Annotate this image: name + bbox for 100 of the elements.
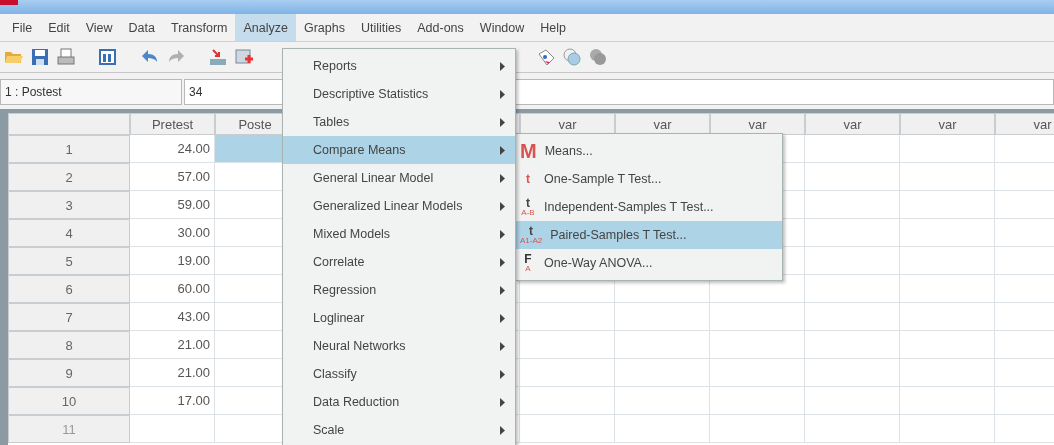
menu-item[interactable]: Reports [283,52,515,80]
table-cell[interactable] [900,359,995,387]
menu-bar-item[interactable]: Analyze [235,14,296,41]
menu-item[interactable]: Classify [283,360,515,388]
table-cell[interactable] [900,387,995,415]
table-cell[interactable] [710,331,805,359]
row-number[interactable]: 7 [8,303,130,331]
menu-item[interactable]: Loglinear [283,304,515,332]
column-header[interactable]: var [995,113,1054,135]
save-icon[interactable] [30,47,50,67]
row-number[interactable]: 5 [8,247,130,275]
menu-bar-item[interactable]: Data [120,14,163,41]
table-cell[interactable] [710,387,805,415]
table-cell[interactable] [805,191,900,219]
submenu-item[interactable]: t One-Sample T Test... [516,165,782,193]
table-cell[interactable] [520,415,615,443]
row-number[interactable]: 6 [8,275,130,303]
table-cell[interactable]: 60.00 [130,275,215,303]
menu-item[interactable]: Compare Means [283,136,515,164]
table-cell[interactable] [520,303,615,331]
menu-item[interactable]: Scale [283,416,515,444]
table-cell[interactable] [520,359,615,387]
table-cell[interactable] [900,163,995,191]
submenu-item[interactable]: F A One-Way ANOVA... [516,249,782,277]
table-cell[interactable]: 57.00 [130,163,215,191]
table-cell[interactable] [615,331,710,359]
column-header[interactable]: var [805,113,900,135]
table-cell[interactable] [900,415,995,443]
table-cell[interactable] [805,135,900,163]
column-header[interactable]: var [615,113,710,135]
table-cell[interactable] [615,359,710,387]
table-cell[interactable] [900,331,995,359]
circles-icon[interactable] [588,47,608,67]
row-number[interactable]: 4 [8,219,130,247]
table-cell[interactable] [900,191,995,219]
menu-bar-item[interactable]: Utilities [352,14,410,41]
table-cell[interactable] [710,359,805,387]
table-cell[interactable] [900,303,995,331]
table-cell[interactable] [805,163,900,191]
row-number[interactable]: 1 [8,135,130,163]
table-cell[interactable] [615,303,710,331]
table-cell[interactable] [615,415,710,443]
table-cell[interactable] [805,303,900,331]
row-number[interactable]: 8 [8,331,130,359]
table-cell[interactable] [805,415,900,443]
table-cell[interactable] [520,387,615,415]
menu-bar-item[interactable]: File [4,14,41,41]
table-cell[interactable] [900,135,995,163]
submenu-item[interactable]: M Means... [516,137,782,165]
menu-item[interactable]: Data Reduction [283,388,515,416]
column-header[interactable]: var [710,113,805,135]
table-cell[interactable]: 19.00 [130,247,215,275]
go-to-case-icon[interactable] [208,47,228,67]
table-cell[interactable] [615,387,710,415]
menu-item[interactable]: Regression [283,276,515,304]
menu-bar-item[interactable]: Edit [40,14,78,41]
menu-bar-item[interactable]: Window [471,14,533,41]
table-cell[interactable] [805,331,900,359]
menu-item[interactable]: Correlate [283,248,515,276]
menu-item[interactable]: Generalized Linear Models [283,192,515,220]
column-header[interactable]: Pretest [130,113,215,135]
row-number[interactable]: 10 [8,387,130,415]
table-cell[interactable]: 17.00 [130,387,215,415]
dialog-icon[interactable] [98,47,118,67]
menu-bar-item[interactable]: Graphs [295,14,353,41]
table-cell[interactable] [900,219,995,247]
circles-icon[interactable] [562,47,582,67]
table-cell[interactable] [805,359,900,387]
menu-bar-item[interactable]: Add-ons [409,14,472,41]
table-cell[interactable]: 43.00 [130,303,215,331]
row-number[interactable]: 9 [8,359,130,387]
print-icon[interactable] [56,47,76,67]
table-cell[interactable]: 21.00 [130,331,215,359]
table-cell[interactable] [710,415,805,443]
row-number[interactable]: 2 [8,163,130,191]
table-cell[interactable] [710,303,805,331]
menu-item[interactable]: Descriptive Statistics [283,80,515,108]
cell-name-field[interactable]: 1 : Postest [0,79,182,105]
table-cell[interactable] [805,275,900,303]
column-header[interactable]: var [520,113,615,135]
menu-item[interactable]: General Linear Model [283,164,515,192]
table-cell[interactable] [805,219,900,247]
table-cell[interactable]: 30.00 [130,219,215,247]
menu-bar-item[interactable]: View [77,14,121,41]
menu-item[interactable]: Neural Networks [283,332,515,360]
menu-item[interactable]: Mixed Models [283,220,515,248]
table-cell[interactable] [900,247,995,275]
menu-bar-item[interactable]: Transform [163,14,236,41]
table-cell[interactable] [520,331,615,359]
table-cell[interactable]: 21.00 [130,359,215,387]
table-cell[interactable] [805,387,900,415]
table-cell[interactable] [900,275,995,303]
table-cell[interactable] [130,415,215,443]
tag-icon[interactable] [536,47,556,67]
table-cell[interactable]: 59.00 [130,191,215,219]
insert-variable-icon[interactable] [234,47,254,67]
row-number[interactable]: 3 [8,191,130,219]
column-header[interactable]: var [900,113,995,135]
menu-bar-item[interactable]: Help [532,14,574,41]
table-cell[interactable] [805,247,900,275]
